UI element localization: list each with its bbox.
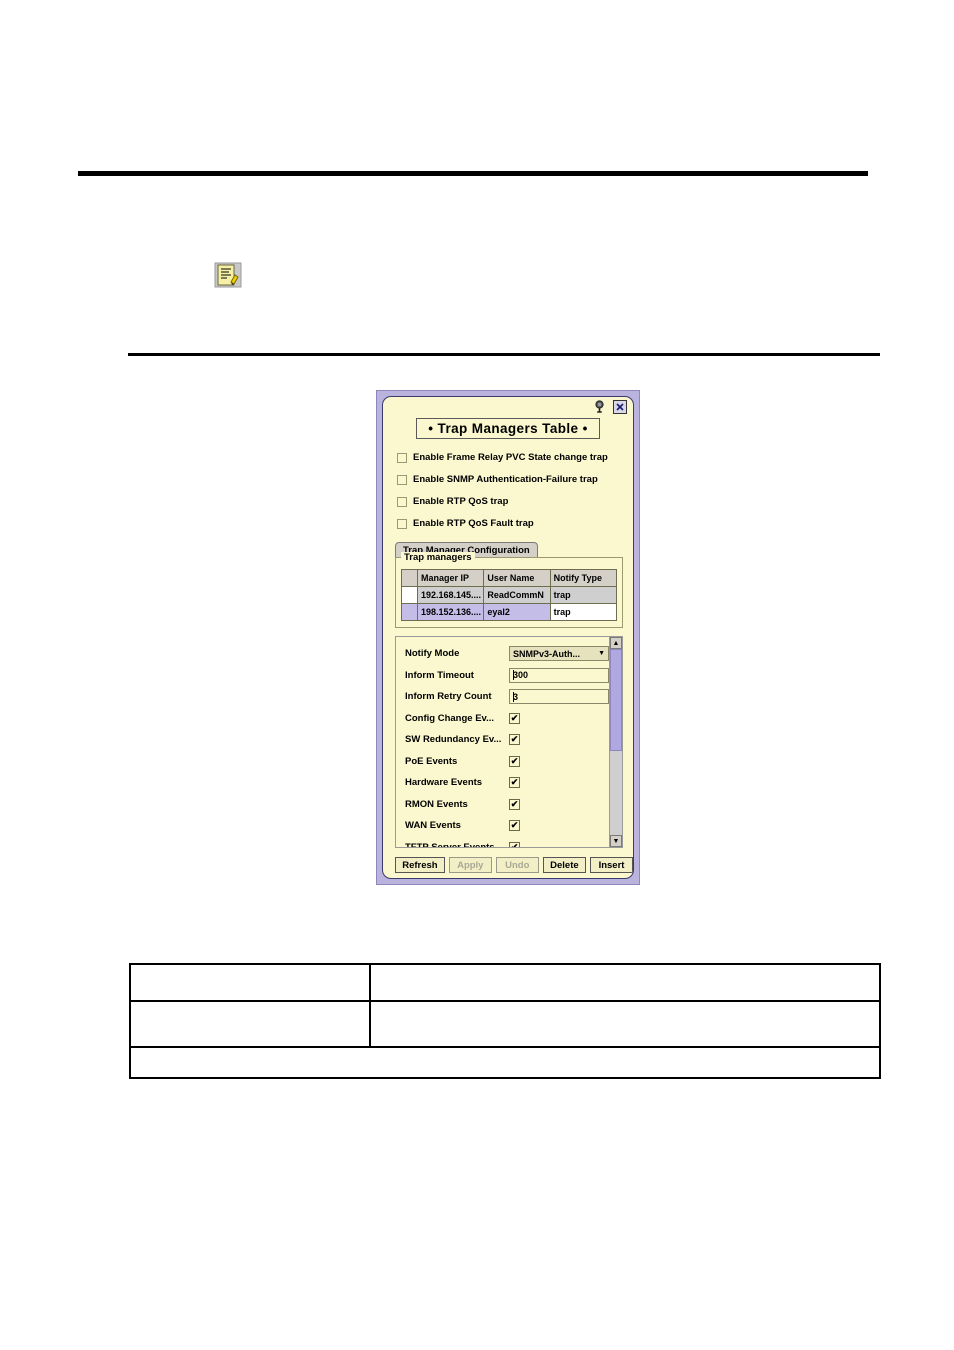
- inform-timeout-value: 300: [513, 670, 529, 681]
- field-label: Inform Timeout: [405, 669, 474, 681]
- groupbox-legend: Trap managers: [401, 552, 475, 563]
- checkbox-label: Enable Frame Relay PVC State change trap: [413, 452, 608, 463]
- cell-user-name[interactable]: eyal2: [483, 603, 551, 621]
- scrollbar-track[interactable]: [610, 649, 622, 835]
- cell-notify-type[interactable]: trap: [549, 586, 618, 604]
- inform-retry-count-input[interactable]: 3: [509, 689, 609, 705]
- table-cell: [371, 1002, 879, 1046]
- chevron-down-icon: ▼: [598, 650, 605, 658]
- checkbox-snmp-auth-failure[interactable]: [397, 474, 407, 485]
- dialog-body: • Trap Managers Table • Enable Frame Rel…: [382, 396, 634, 879]
- scroll-down-icon[interactable]: ▼: [610, 835, 622, 847]
- checkbox-label: Enable RTP QoS trap: [413, 496, 509, 507]
- detail-panel: Notify Mode SNMPv3-Auth... ▼ Inform Time…: [395, 636, 623, 848]
- checkbox-hardware-events[interactable]: ✔: [509, 777, 520, 789]
- scroll-up-icon[interactable]: ▲: [610, 637, 622, 649]
- refresh-button[interactable]: Refresh: [395, 857, 445, 873]
- trap-managers-groupbox: Trap managers Manager IP User Name Notif…: [395, 552, 623, 628]
- table-cell: [131, 1048, 879, 1077]
- checkbox-sw-redundancy-events[interactable]: ✔: [509, 734, 520, 746]
- notify-mode-value: SNMPv3-Auth...: [513, 648, 581, 659]
- page-rule-top: [78, 171, 868, 176]
- field-wan-events: WAN Events ✔: [396, 815, 609, 837]
- checkbox-label: Enable SNMP Authentication-Failure trap: [413, 474, 598, 485]
- field-sw-redundancy-events: SW Redundancy Ev... ✔: [396, 729, 609, 751]
- cell-manager-ip[interactable]: 198.152.136....: [416, 603, 485, 621]
- trap-managers-grid: Manager IP User Name Notify Type 192.168…: [401, 569, 618, 621]
- inform-timeout-input[interactable]: 300: [509, 667, 609, 683]
- apply-button: Apply: [448, 857, 492, 873]
- trap-checkbox-list: Enable Frame Relay PVC State change trap…: [397, 448, 633, 533]
- checkbox-tftp-server-events[interactable]: ✔: [509, 841, 520, 847]
- page-rule-middle: [128, 353, 880, 356]
- field-poe-events: PoE Events ✔: [396, 751, 609, 773]
- column-header-selector[interactable]: [401, 569, 418, 587]
- trap-checkbox-row[interactable]: Enable RTP QoS Fault trap: [397, 514, 633, 533]
- column-header-user-name[interactable]: User Name: [483, 569, 551, 587]
- checkbox-rtp-qos[interactable]: [397, 496, 407, 507]
- field-label: Config Change Ev...: [405, 712, 495, 724]
- table-cell: [371, 965, 879, 1000]
- trap-checkbox-row[interactable]: Enable Frame Relay PVC State change trap: [397, 448, 633, 467]
- field-tftp-server-events: TFTP Server Events ✔: [396, 837, 609, 847]
- table-row: [131, 1002, 879, 1048]
- row-selector-cell[interactable]: [401, 586, 418, 604]
- checkbox-wan-events[interactable]: ✔: [509, 820, 520, 832]
- table-row: [131, 965, 879, 1002]
- delete-button[interactable]: Delete: [542, 857, 586, 873]
- insert-button[interactable]: Insert: [590, 857, 633, 873]
- table-header-row: Manager IP User Name Notify Type: [401, 569, 618, 587]
- checkbox-rtp-qos-fault[interactable]: [397, 518, 407, 529]
- field-label: PoE Events: [405, 755, 458, 767]
- field-inform-timeout: Inform Timeout 300: [396, 665, 609, 687]
- table-cell: [131, 1002, 371, 1046]
- table-row[interactable]: 198.152.136.... eyal2 trap: [401, 603, 618, 621]
- checkbox-label: Enable RTP QoS Fault trap: [413, 518, 534, 529]
- dialog-button-bar: Refresh Apply Undo Delete Insert: [395, 857, 633, 873]
- cell-manager-ip[interactable]: 192.168.145....: [416, 586, 485, 604]
- trap-checkbox-row[interactable]: Enable SNMP Authentication-Failure trap: [397, 470, 633, 489]
- cell-user-name[interactable]: ReadCommN: [483, 586, 551, 604]
- checkbox-rmon-events[interactable]: ✔: [509, 798, 520, 810]
- field-label: TFTP Server Events: [405, 842, 509, 847]
- titlebar-icon-group: [593, 399, 627, 414]
- note-edit-icon: [214, 262, 243, 288]
- close-icon[interactable]: [613, 399, 627, 414]
- column-header-manager-ip[interactable]: Manager IP: [416, 569, 485, 587]
- row-selector-cell[interactable]: [401, 603, 418, 621]
- checkbox-frame-relay-pvc[interactable]: [397, 452, 407, 463]
- document-table: [129, 963, 881, 1079]
- field-label: Inform Retry Count: [405, 691, 492, 703]
- field-label: WAN Events: [405, 820, 461, 832]
- undo-button: Undo: [495, 857, 539, 873]
- checkbox-poe-events[interactable]: ✔: [509, 755, 520, 767]
- field-label: RMON Events: [405, 798, 468, 810]
- table-row: [131, 1048, 879, 1077]
- table-row[interactable]: 192.168.145.... ReadCommN trap: [401, 586, 618, 604]
- query-icon[interactable]: [593, 399, 608, 414]
- column-header-notify-type[interactable]: Notify Type: [549, 569, 618, 587]
- field-label: Notify Mode: [405, 648, 460, 660]
- field-inform-retry-count: Inform Retry Count 3: [396, 686, 609, 708]
- trap-checkbox-row[interactable]: Enable RTP QoS trap: [397, 492, 633, 511]
- field-config-change-events: Config Change Ev... ✔: [396, 708, 609, 730]
- field-rmon-events: RMON Events ✔: [396, 794, 609, 816]
- trap-managers-dialog: • Trap Managers Table • Enable Frame Rel…: [376, 390, 640, 885]
- detail-scrollbar[interactable]: ▲ ▼: [609, 637, 622, 847]
- table-cell: [131, 965, 371, 1000]
- field-notify-mode: Notify Mode SNMPv3-Auth... ▼: [396, 643, 609, 665]
- cell-notify-type[interactable]: trap: [549, 603, 618, 621]
- dialog-title: • Trap Managers Table •: [416, 418, 600, 439]
- inform-retry-count-value: 3: [513, 691, 519, 702]
- dialog-titlebar: [383, 397, 633, 417]
- field-label: SW Redundancy Ev...: [405, 734, 502, 746]
- notify-mode-select[interactable]: SNMPv3-Auth... ▼: [509, 646, 609, 662]
- field-label: Hardware Events: [405, 777, 483, 789]
- checkbox-config-change-events[interactable]: ✔: [509, 712, 520, 724]
- detail-field-list: Notify Mode SNMPv3-Auth... ▼ Inform Time…: [396, 637, 609, 847]
- field-hardware-events: Hardware Events ✔: [396, 772, 609, 794]
- scrollbar-thumb[interactable]: [610, 649, 622, 752]
